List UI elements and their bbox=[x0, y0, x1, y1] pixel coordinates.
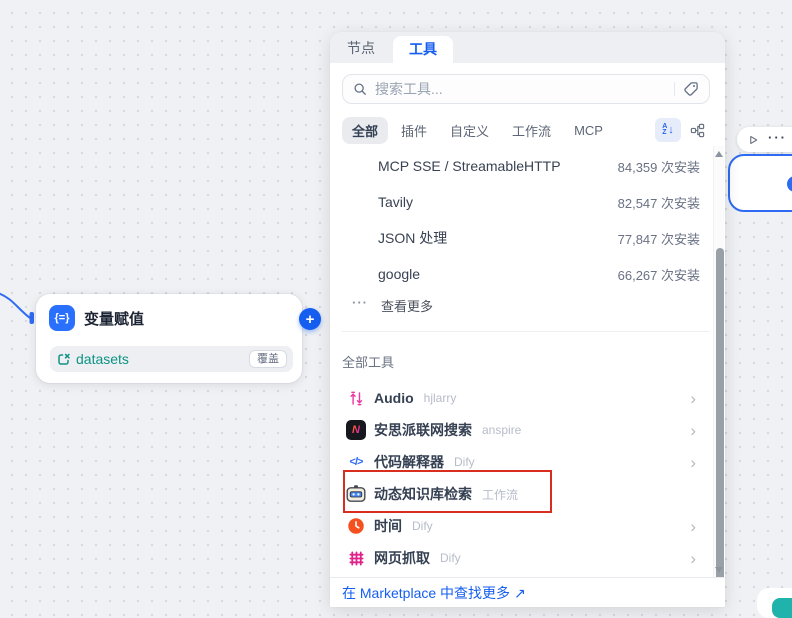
tool-author: Dify bbox=[454, 455, 475, 469]
chevron-right-icon: › bbox=[690, 550, 696, 567]
variable-assign-node[interactable]: {=} 变量赋值 + datasets 覆盖 bbox=[36, 294, 302, 383]
tool-type-workflow: 工作流 bbox=[482, 486, 518, 503]
tool-row-code-interpreter[interactable]: </> 代码解释器 Dify › bbox=[330, 446, 725, 478]
tool-author: hjlarry bbox=[424, 391, 457, 405]
tool-name: 时间 bbox=[374, 516, 402, 536]
tool-row-web-scraper[interactable]: 网页抓取 Dify › bbox=[330, 542, 725, 574]
scroll-down-arrow-icon[interactable] bbox=[715, 567, 723, 573]
section-title: 全部工具 bbox=[342, 354, 725, 372]
filter-mcp[interactable]: MCP bbox=[564, 119, 613, 142]
list-item[interactable]: JSON 处理 77,847 次安装 bbox=[330, 220, 725, 256]
code-icon: </> bbox=[346, 452, 366, 472]
tab-nodes[interactable]: 节点 bbox=[343, 34, 379, 63]
robot-icon bbox=[346, 484, 366, 504]
scroll-up-arrow-icon[interactable] bbox=[715, 151, 723, 157]
filter-row: 全部 插件 自定义 工作流 MCP AZ ↓ bbox=[342, 116, 710, 144]
ellipsis-icon: ··· bbox=[352, 296, 368, 309]
tag-filter-icon[interactable] bbox=[683, 81, 699, 97]
tool-row-audio[interactable]: Audio hjlarry › bbox=[330, 382, 725, 414]
chevron-right-icon: › bbox=[690, 422, 696, 439]
canvas-node-partial[interactable] bbox=[757, 588, 792, 618]
sort-az-icon[interactable]: AZ ↓ bbox=[655, 118, 681, 142]
tool-row-dynamic-knowledge-retrieval[interactable]: 动态知识库检索 工作流 bbox=[330, 478, 725, 510]
tool-row-time[interactable]: 时间 Dify › bbox=[330, 510, 725, 542]
web-grid-icon bbox=[346, 548, 366, 568]
scrollbar[interactable] bbox=[713, 146, 724, 578]
tool-name: 代码解释器 bbox=[374, 452, 444, 472]
marketplace-link[interactable]: 在 Marketplace 中查找更多 ↗ bbox=[342, 583, 526, 603]
divider bbox=[674, 82, 675, 96]
clock-icon bbox=[346, 516, 366, 536]
panel-tabs: 节点 工具 bbox=[330, 32, 725, 63]
more-actions-icon[interactable]: ··· bbox=[768, 131, 787, 144]
tools-list: MCP SSE / StreamableHTTP 84,359 次安装 Tavi… bbox=[330, 148, 725, 574]
install-count: 82,547 次安装 bbox=[618, 193, 700, 212]
audio-icon bbox=[346, 388, 366, 408]
tools-panel: 节点 工具 搜索工具... 全部 插件 自定义 工作流 MCP AZ ↓ bbox=[330, 32, 725, 607]
tool-name: 动态知识库检索 bbox=[374, 484, 472, 504]
assigned-variable-row[interactable]: datasets 覆盖 bbox=[50, 346, 293, 372]
list-item[interactable]: google 66,267 次安装 bbox=[330, 256, 725, 292]
filter-workflow[interactable]: 工作流 bbox=[502, 117, 561, 144]
search-placeholder: 搜索工具... bbox=[375, 79, 666, 99]
tool-name: Tavily bbox=[378, 194, 413, 210]
tool-name: 网页抓取 bbox=[374, 548, 430, 568]
tool-name: 安思派联网搜索 bbox=[374, 420, 472, 440]
add-next-node-button[interactable]: + bbox=[299, 308, 321, 330]
external-arrow-icon: ↗ bbox=[514, 585, 526, 601]
tool-name: google bbox=[378, 266, 420, 282]
tree-view-icon[interactable] bbox=[684, 118, 710, 142]
tool-name: Audio bbox=[374, 390, 414, 406]
variable-assign-icon: {=} bbox=[49, 305, 75, 331]
filter-all[interactable]: 全部 bbox=[342, 117, 388, 144]
anspire-icon: N bbox=[346, 420, 366, 440]
tool-name: MCP SSE / StreamableHTTP bbox=[378, 158, 561, 174]
filter-plugins[interactable]: 插件 bbox=[391, 117, 437, 144]
list-item[interactable]: Tavily 82,547 次安装 bbox=[330, 184, 725, 220]
install-count: 66,267 次安装 bbox=[618, 265, 700, 284]
tab-tools[interactable]: 工具 bbox=[393, 36, 453, 63]
node-title: 变量赋值 bbox=[84, 308, 144, 329]
node-run-toolbar[interactable]: ··· bbox=[737, 127, 792, 152]
tool-author: Dify bbox=[412, 519, 433, 533]
tool-author: Dify bbox=[440, 551, 461, 565]
divider bbox=[342, 331, 710, 332]
marketplace-footer: 在 Marketplace 中查找更多 ↗ bbox=[330, 577, 725, 607]
chevron-right-icon: › bbox=[690, 454, 696, 471]
tool-row-anspire-search[interactable]: N 安思派联网搜索 anspire › bbox=[330, 414, 725, 446]
chevron-right-icon: › bbox=[690, 390, 696, 407]
tool-author: anspire bbox=[482, 423, 521, 437]
tool-name: JSON 处理 bbox=[378, 228, 447, 248]
scrollbar-thumb[interactable] bbox=[716, 248, 724, 584]
selected-node[interactable] bbox=[728, 154, 792, 212]
knowledge-node-icon bbox=[772, 598, 792, 618]
search-icon bbox=[353, 82, 367, 96]
chevron-right-icon: › bbox=[690, 518, 696, 535]
overwrite-badge: 覆盖 bbox=[249, 350, 287, 368]
install-count: 77,847 次安装 bbox=[618, 229, 700, 248]
list-item[interactable]: MCP SSE / StreamableHTTP 84,359 次安装 bbox=[330, 148, 725, 184]
search-input[interactable]: 搜索工具... bbox=[342, 74, 710, 104]
view-more-button[interactable]: ··· 查看更多 bbox=[330, 292, 725, 318]
filter-custom[interactable]: 自定义 bbox=[440, 117, 499, 144]
play-icon[interactable] bbox=[748, 134, 759, 146]
install-count: 84,359 次安装 bbox=[618, 157, 700, 176]
variable-icon bbox=[56, 352, 71, 367]
variable-name: datasets bbox=[76, 351, 129, 367]
